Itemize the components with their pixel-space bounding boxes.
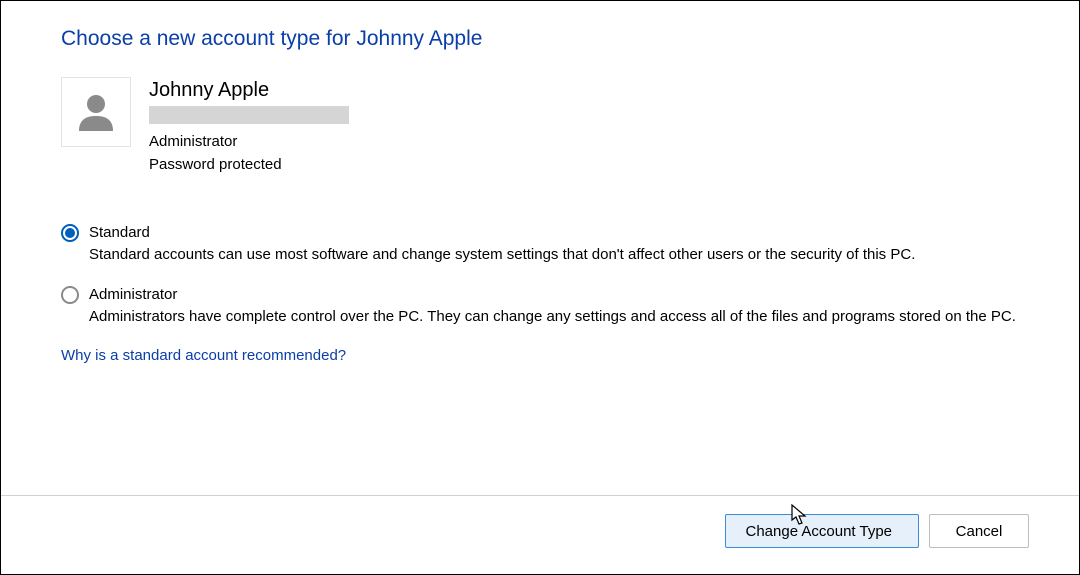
- account-info: Johnny Apple Administrator Password prot…: [149, 77, 349, 176]
- account-type-options: Standard Standard accounts can use most …: [61, 222, 1019, 329]
- radio-standard[interactable]: [61, 224, 79, 242]
- user-icon: [73, 89, 119, 135]
- help-link[interactable]: Why is a standard account recommended?: [61, 347, 346, 364]
- option-standard-desc: Standard accounts can use most software …: [89, 243, 1019, 266]
- change-account-type-button[interactable]: Change Account Type: [725, 514, 920, 548]
- dialog-content: Choose a new account type for Johnny App…: [1, 1, 1079, 364]
- account-name: Johnny Apple: [149, 79, 349, 102]
- button-bar: Change Account Type Cancel: [1, 495, 1079, 548]
- cancel-button[interactable]: Cancel: [929, 514, 1029, 548]
- account-role: Administrator: [149, 131, 349, 154]
- avatar: [61, 77, 131, 147]
- page-title: Choose a new account type for Johnny App…: [61, 27, 1019, 51]
- option-administrator-label: Administrator: [89, 284, 1019, 305]
- account-password-status: Password protected: [149, 154, 349, 177]
- option-standard-body: Standard Standard accounts can use most …: [89, 222, 1019, 266]
- account-email-redacted: [149, 106, 349, 124]
- account-header: Johnny Apple Administrator Password prot…: [61, 77, 1019, 176]
- option-administrator-desc: Administrators have complete control ove…: [89, 305, 1019, 328]
- option-administrator[interactable]: Administrator Administrators have comple…: [61, 284, 1019, 328]
- option-standard-label: Standard: [89, 222, 1019, 243]
- option-standard[interactable]: Standard Standard accounts can use most …: [61, 222, 1019, 266]
- option-administrator-body: Administrator Administrators have comple…: [89, 284, 1019, 328]
- radio-administrator[interactable]: [61, 286, 79, 304]
